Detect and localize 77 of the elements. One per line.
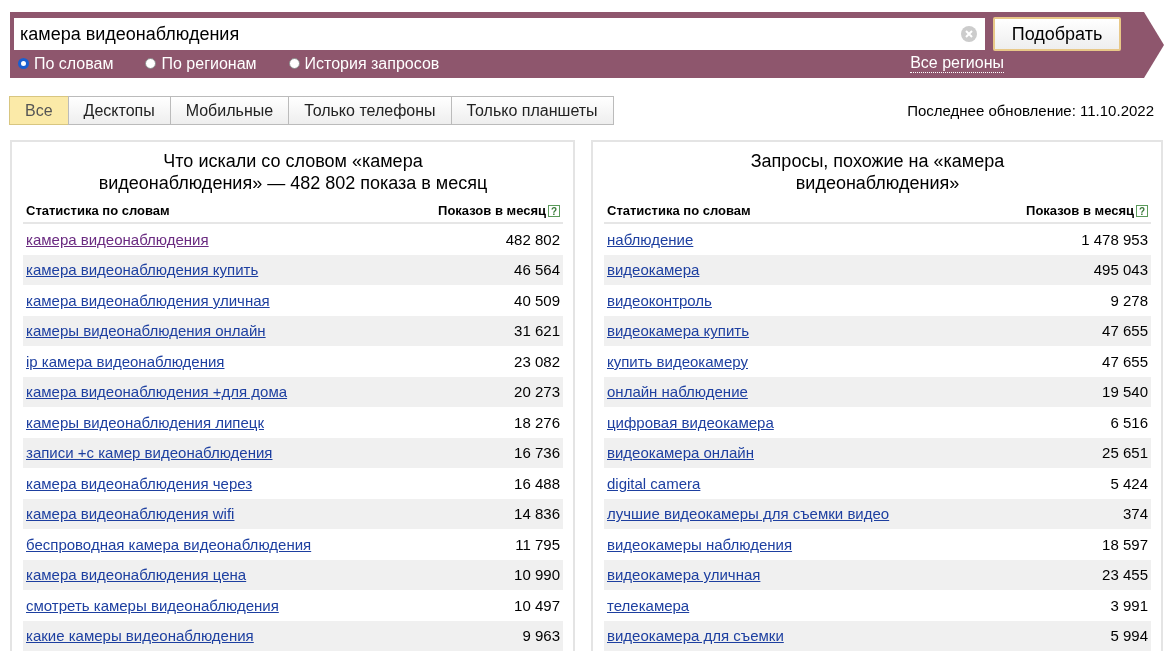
phrase-link[interactable]: камера видеонаблюдения wifi bbox=[26, 505, 235, 523]
help-icon[interactable]: ? bbox=[548, 204, 560, 217]
mode-radio[interactable]: История запросов bbox=[288, 54, 440, 73]
count-cell: 9 278 bbox=[1110, 291, 1148, 309]
last-update: Последнее обновление: 11.10.2022 bbox=[907, 102, 1154, 119]
device-tab[interactable]: Только телефоны bbox=[288, 96, 452, 125]
phrase-link[interactable]: видеокамера bbox=[607, 261, 700, 279]
phrase-link[interactable]: беспроводная камера видеонаблюдения bbox=[26, 535, 312, 553]
phrase-link[interactable]: купить видеокамеру bbox=[607, 352, 748, 370]
count-cell: 6 516 bbox=[1110, 413, 1148, 431]
device-tab[interactable]: Мобильные bbox=[169, 96, 290, 125]
phrase-link[interactable]: наблюдение bbox=[607, 230, 694, 248]
column-header: Статистика по словам bbox=[26, 203, 170, 218]
phrase-link[interactable]: смотреть камеры видеонаблюдения bbox=[26, 596, 279, 614]
phrase-link[interactable]: видеокамера уличная bbox=[607, 566, 761, 584]
phrase-link[interactable]: лучшие видеокамеры для съемки видео bbox=[607, 505, 890, 523]
phrase-link[interactable]: камера видеонаблюдения через bbox=[26, 474, 253, 492]
phrase-link[interactable]: какие камеры видеонаблюдения bbox=[26, 627, 254, 645]
count-cell: 20 273 bbox=[514, 383, 560, 401]
search-field[interactable]: камера видеонаблюдения bbox=[14, 18, 985, 50]
phrase-link[interactable]: камера видеонаблюдения цена bbox=[26, 566, 247, 584]
device-tab[interactable]: Только планшеты bbox=[450, 96, 614, 125]
count-cell: 23 455 bbox=[1102, 566, 1148, 584]
mode-radio[interactable]: По словам bbox=[18, 54, 114, 73]
count-cell: 31 621 bbox=[514, 322, 560, 340]
phrase-link[interactable]: камера видеонаблюдения bbox=[26, 230, 209, 248]
count-cell: 1 478 953 bbox=[1081, 230, 1148, 248]
device-tab[interactable]: Все bbox=[9, 96, 69, 125]
phrase-link[interactable]: видеокамера онлайн bbox=[607, 444, 754, 462]
clear-icon[interactable] bbox=[961, 26, 977, 42]
regions-link[interactable]: Все регионы bbox=[910, 54, 1004, 73]
count-cell: 40 509 bbox=[514, 291, 560, 309]
phrase-link[interactable]: digital camera bbox=[607, 474, 701, 492]
count-cell: 19 540 bbox=[1102, 383, 1148, 401]
count-cell: 11 795 bbox=[515, 535, 560, 553]
count-cell: 46 564 bbox=[514, 261, 560, 279]
phrase-link[interactable]: камеры видеонаблюдения липецк bbox=[26, 413, 264, 431]
count-cell: 18 276 bbox=[514, 413, 560, 431]
count-cell: 23 082 bbox=[514, 352, 560, 370]
count-cell: 18 597 bbox=[1102, 535, 1148, 553]
column-header: Показов в месяц bbox=[1026, 203, 1134, 218]
phrase-link[interactable]: видеоконтроль bbox=[607, 291, 712, 309]
phrase-link[interactable]: видеокамера для съемки bbox=[607, 627, 784, 645]
phrase-link[interactable]: записи +с камер видеонаблюдения bbox=[26, 444, 273, 462]
phrase-link[interactable]: видеокамеры наблюдения bbox=[607, 535, 793, 553]
panel-title: Что искали со словом «камера видеонаблюдения» — 482 802 показа в месяц bbox=[97, 150, 489, 195]
phrase-link[interactable]: камера видеонаблюдения купить bbox=[26, 261, 259, 279]
phrase-link[interactable]: онлайн наблюдение bbox=[607, 383, 748, 401]
phrase-link[interactable]: видеокамера купить bbox=[607, 322, 749, 340]
phrase-link[interactable]: камера видеонаблюдения +для дома bbox=[26, 383, 288, 401]
count-cell: 16 736 bbox=[514, 444, 560, 462]
count-cell: 374 bbox=[1122, 505, 1148, 523]
phrase-link[interactable]: камеры видеонаблюдения онлайн bbox=[26, 322, 266, 340]
count-cell: 16 488 bbox=[514, 474, 560, 492]
column-header: Показов в месяц bbox=[438, 203, 546, 218]
count-cell: 47 655 bbox=[1102, 322, 1148, 340]
mode-radio[interactable]: По регионам bbox=[145, 54, 257, 73]
phrase-link[interactable]: телекамера bbox=[607, 596, 690, 614]
device-tab[interactable]: Десктопы bbox=[67, 96, 171, 125]
phrase-link[interactable]: камера видеонаблюдения уличная bbox=[26, 291, 270, 309]
count-cell: 3 991 bbox=[1110, 596, 1148, 614]
count-cell: 5 424 bbox=[1110, 474, 1148, 492]
column-header: Статистика по словам bbox=[607, 203, 751, 218]
count-cell: 482 802 bbox=[505, 230, 560, 248]
count-cell: 10 497 bbox=[514, 596, 560, 614]
count-cell: 9 963 bbox=[522, 627, 560, 645]
panel-title: Запросы, похожие на «камера видеонаблюдения» bbox=[749, 150, 1006, 195]
phrase-link[interactable]: ip камера видеонаблюдения bbox=[26, 352, 225, 370]
search-button[interactable]: Подобрать bbox=[993, 17, 1121, 51]
count-cell: 495 043 bbox=[1093, 261, 1148, 279]
count-cell: 47 655 bbox=[1102, 352, 1148, 370]
count-cell: 5 994 bbox=[1110, 627, 1148, 645]
help-icon[interactable]: ? bbox=[1136, 204, 1148, 217]
count-cell: 10 990 bbox=[514, 566, 560, 584]
count-cell: 25 651 bbox=[1102, 444, 1148, 462]
count-cell: 14 836 bbox=[514, 505, 560, 523]
phrase-link[interactable]: цифровая видеокамера bbox=[607, 413, 774, 431]
